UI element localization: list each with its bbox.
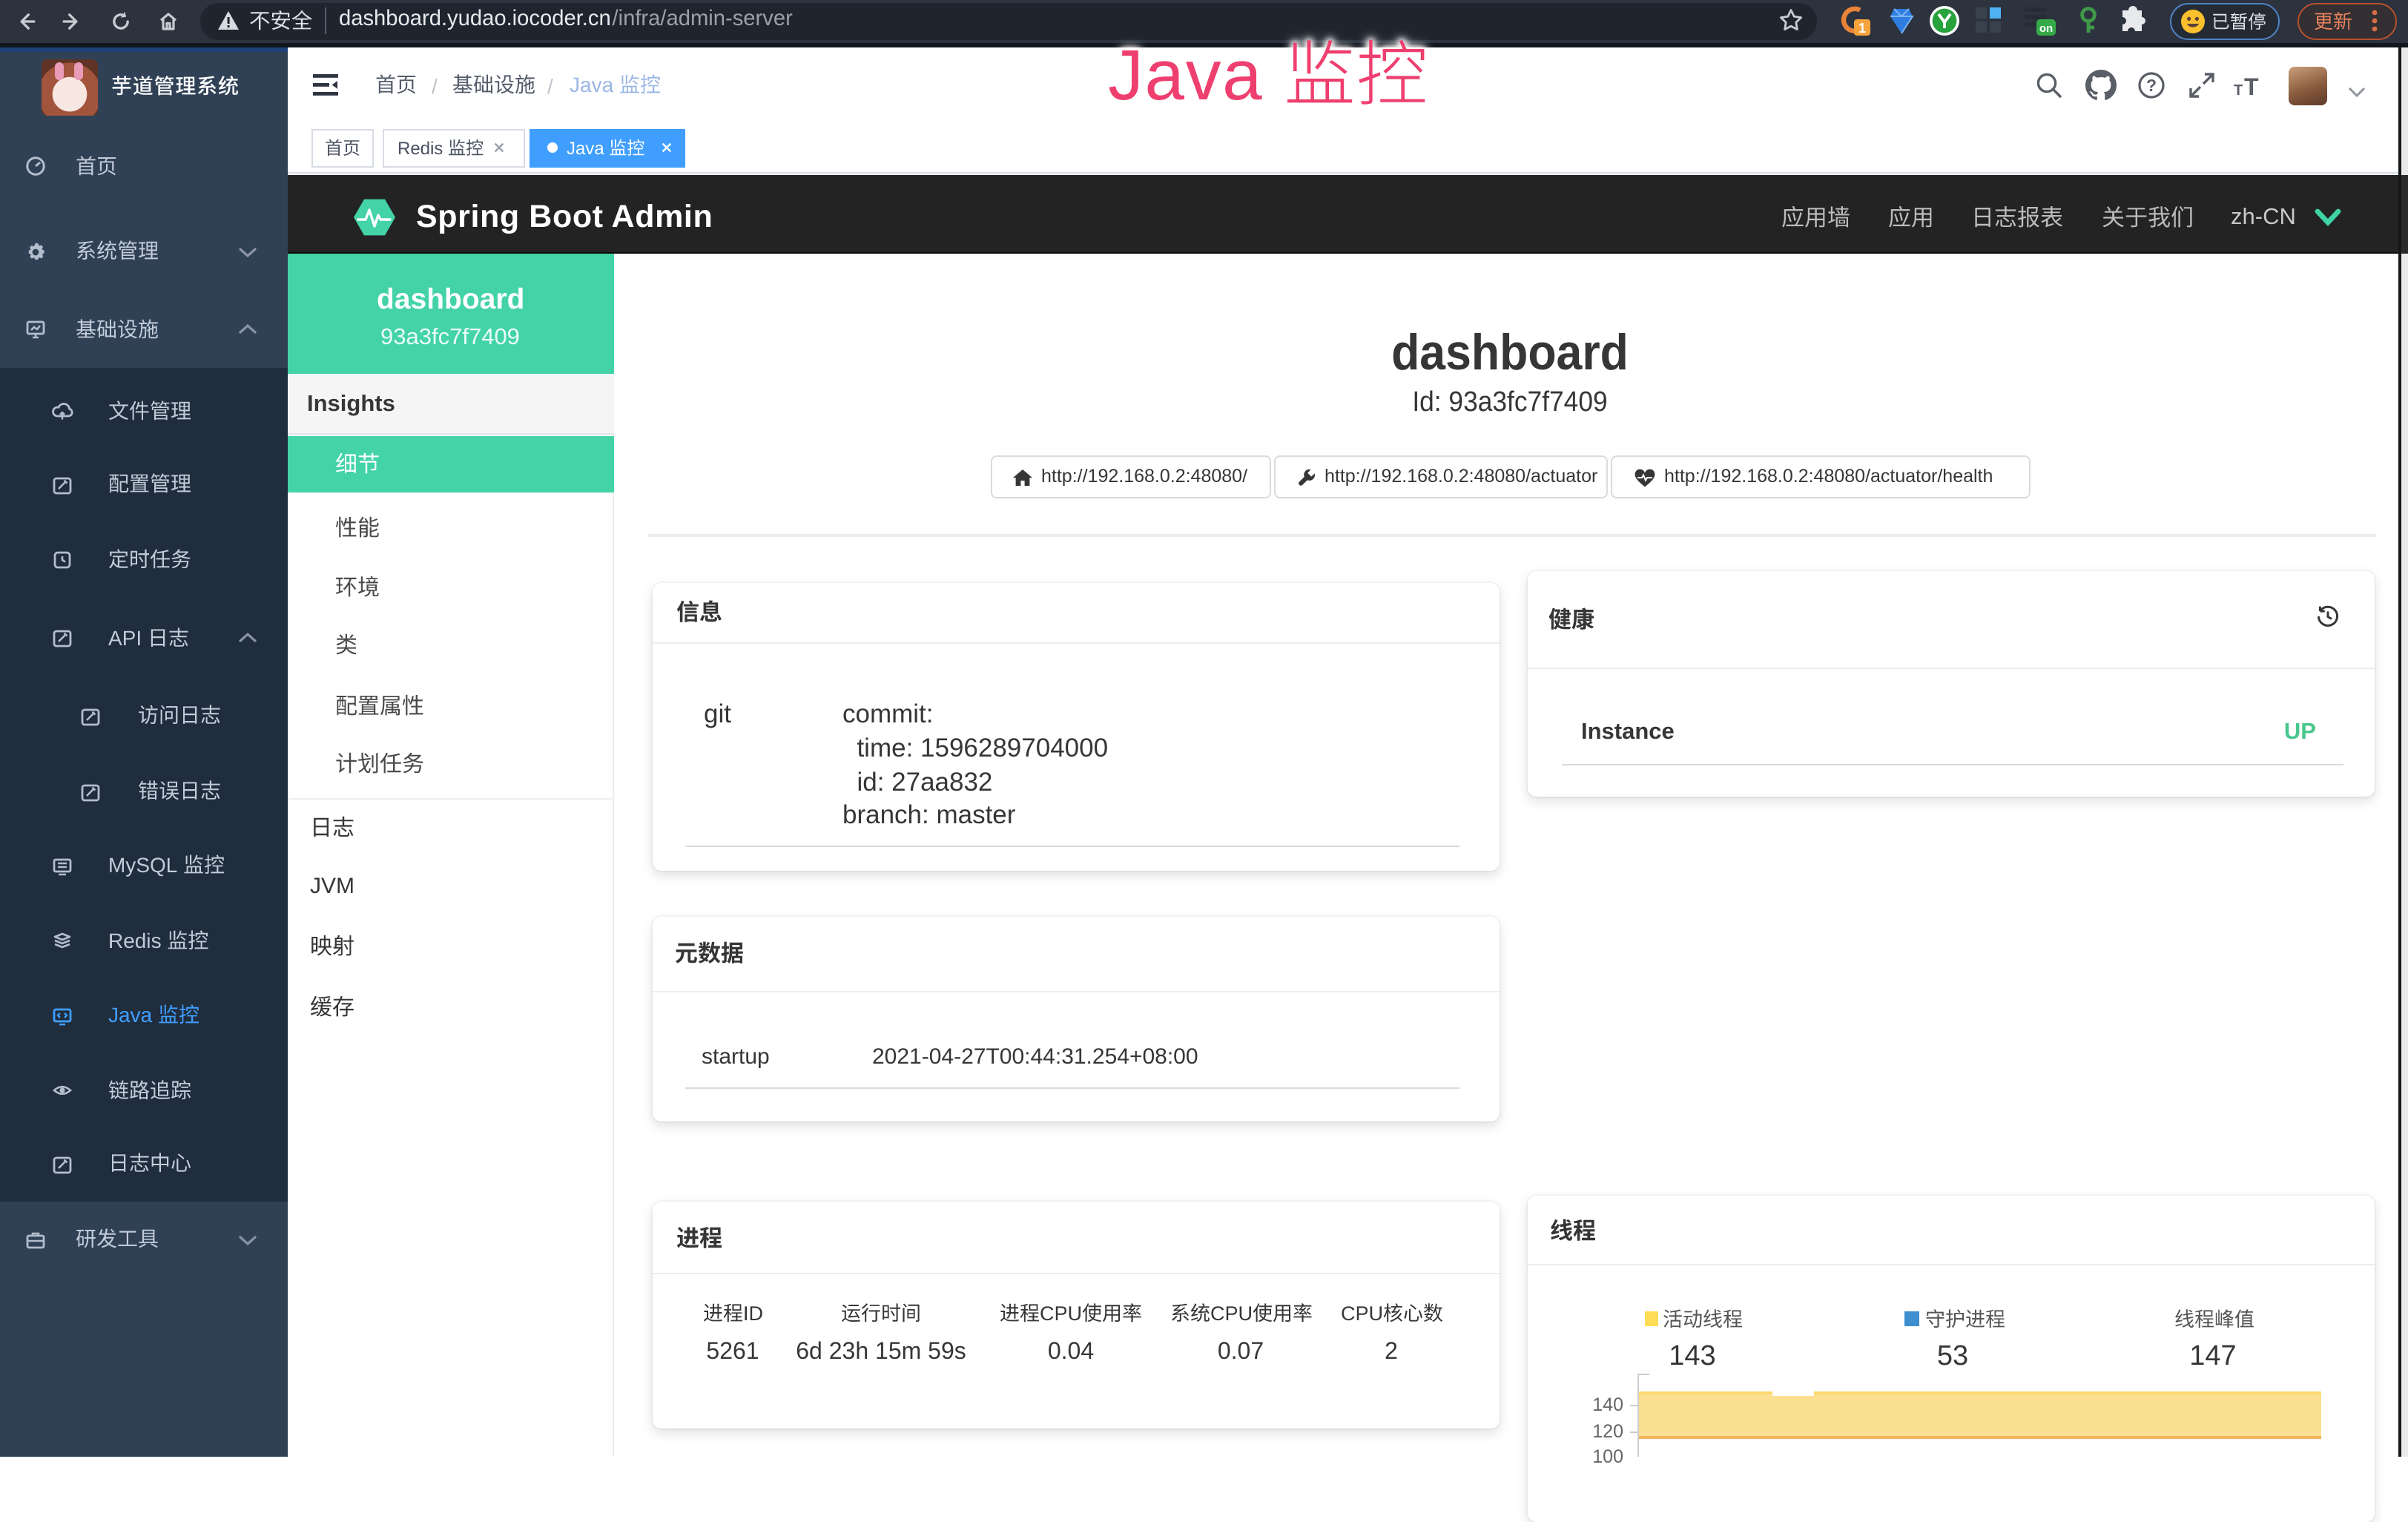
svg-text:T: T (2234, 82, 2243, 99)
svg-text:?: ? (2146, 76, 2157, 95)
svg-text:on: on (2039, 22, 2053, 35)
svg-text:T: T (2244, 73, 2259, 100)
svg-text:1: 1 (1858, 21, 1866, 36)
